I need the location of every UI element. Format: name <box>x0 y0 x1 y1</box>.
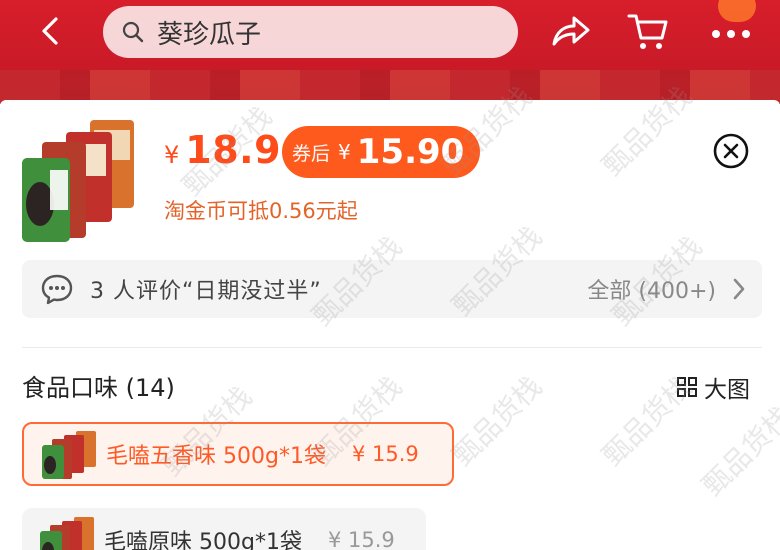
search-query: 葵珍瓜子 <box>157 19 262 50</box>
cart-button[interactable] <box>626 10 670 54</box>
chat-icon <box>41 274 73 305</box>
more-button[interactable] <box>708 14 754 50</box>
coupon-price-value: 15.90 <box>356 132 465 172</box>
flavor-option-wuxiang[interactable]: 毛嗑五香味 500g*1袋 ¥ 15.9 <box>22 422 454 486</box>
coupon-label: 券后 <box>292 142 331 165</box>
flavor-thumbnail <box>42 431 96 479</box>
search-bar[interactable]: 葵珍瓜子 <box>103 6 518 58</box>
review-highlight-text: 3 人评价“日期没过半” <box>90 279 322 304</box>
flavor-option-price: ¥ 15.9 <box>351 442 419 466</box>
flavor-section-title: 食品口味 (14) <box>22 374 175 402</box>
big-view-toggle[interactable]: 大图 <box>676 370 750 404</box>
flavor-option-name: 毛嗑五香味 500g*1袋 <box>106 444 326 469</box>
top-nav-bar: 葵珍瓜子 <box>0 0 780 104</box>
flavor-option-name: 毛嗑原味 500g*1袋 <box>104 530 302 550</box>
coupon-currency: ¥ <box>338 140 351 164</box>
big-view-label: 大图 <box>704 377 750 403</box>
grid-icon <box>677 377 697 397</box>
back-icon <box>42 17 58 45</box>
coin-discount-note: 淘金币可抵0.56元起 <box>164 199 358 223</box>
price: ¥ 18.9 <box>164 128 281 172</box>
flavor-option-price: ¥ 15.9 <box>327 528 395 550</box>
back-button[interactable] <box>34 14 68 48</box>
all-reviews-link[interactable]: 全部 (400+) <box>587 273 716 305</box>
price-value: 18.9 <box>185 128 282 172</box>
cart-icon <box>627 14 668 49</box>
chevron-right-icon <box>733 278 745 300</box>
flavor-thumbnail <box>40 517 94 550</box>
section-divider <box>22 347 762 348</box>
close-button[interactable] <box>712 132 750 170</box>
more-icon <box>712 30 750 38</box>
product-thumbnail[interactable] <box>20 118 138 242</box>
share-icon <box>552 16 590 46</box>
banner-background <box>0 70 780 104</box>
close-icon <box>713 133 749 169</box>
price-currency: ¥ <box>164 141 180 169</box>
coupon-price-badge: 券后 ¥ 15.90 <box>282 126 480 178</box>
share-button[interactable] <box>548 12 592 52</box>
sku-selector-sheet: ¥ 18.9 券后 ¥ 15.90 淘金币可抵0.56元起 3 人评价“日期没过… <box>0 100 780 550</box>
flavor-option-yuanwei[interactable]: 毛嗑原味 500g*1袋 ¥ 15.9 <box>22 508 426 550</box>
review-summary-row[interactable]: 3 人评价“日期没过半” 全部 (400+) <box>22 260 762 318</box>
search-icon <box>122 21 144 43</box>
